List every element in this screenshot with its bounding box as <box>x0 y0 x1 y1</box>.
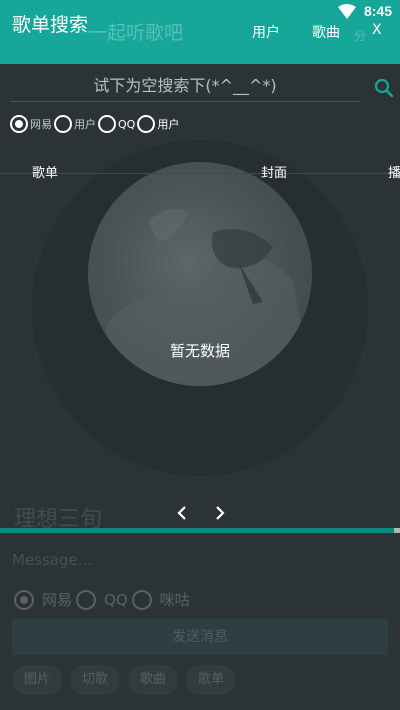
radio-label: QQ <box>104 590 128 609</box>
chip-image[interactable]: 图片 <box>12 665 63 695</box>
chip-row: 图片 切歌 歌曲 歌单 <box>12 665 244 695</box>
chip-song[interactable]: 歌曲 <box>128 665 179 695</box>
wifi-icon <box>338 4 356 19</box>
radio-label: 咪咕 <box>159 591 190 609</box>
page-title: 歌单搜索 <box>12 14 89 36</box>
radio-users[interactable] <box>54 115 72 133</box>
search-input[interactable]: 试下为空搜索下(*^__^*) <box>10 70 360 102</box>
close-button[interactable]: X <box>372 22 382 38</box>
search-icon[interactable] <box>374 78 394 98</box>
radio-netease[interactable] <box>10 115 28 133</box>
song-title: 理想三旬 <box>14 507 103 532</box>
source-radio-group: 网易 用户 QQ 用户 <box>10 114 181 134</box>
chevron-left-icon[interactable] <box>174 504 192 522</box>
tab-songs[interactable]: 歌曲 <box>312 22 340 42</box>
radio-label: QQ <box>118 117 136 131</box>
chat-panel: 理想三旬 Message... 网易 QQ 咪咕 发送消息 图片 切歌 歌曲 歌… <box>0 507 400 710</box>
chip-skip[interactable]: 切歌 <box>70 665 121 695</box>
tab-users[interactable]: 用户 <box>252 22 280 42</box>
column-cover: 封面 <box>261 166 288 181</box>
column-playlist: 歌单 <box>32 166 59 181</box>
column-play: 播 <box>388 166 400 181</box>
radio-chat-netease[interactable] <box>14 589 34 610</box>
radio-qq[interactable] <box>98 115 116 133</box>
status-time: 8:45 <box>363 3 392 19</box>
radio-label: 网易 <box>42 591 73 609</box>
radio-users-2[interactable] <box>137 115 156 133</box>
ghost-tab: 分 <box>354 29 367 43</box>
send-message-button[interactable]: 发送消息 <box>12 619 388 655</box>
ghost-title: 一起听歌吧 <box>88 22 184 44</box>
chat-source-radio-group: 网易 QQ 咪咕 <box>14 589 194 610</box>
radio-label: 用户 <box>74 118 96 131</box>
radio-label: 网易 <box>30 118 52 131</box>
message-input[interactable]: Message... <box>12 551 92 569</box>
table-header: 歌单 封面 播 <box>0 152 400 181</box>
toolbar: 一起听歌吧 歌单搜索 用户 歌曲 分 X <box>0 16 400 64</box>
main-content: 试下为空搜索下(*^__^*) 网易 用户 QQ 用户 歌单 封面 播 暂无数据 <box>0 64 400 528</box>
radio-label: 用户 <box>157 118 180 131</box>
chevron-right-icon[interactable] <box>210 504 228 522</box>
search-placeholder: 试下为空搜索下(*^__^*) <box>93 76 277 95</box>
empty-state-text: 暂无数据 <box>169 342 230 360</box>
radio-chat-migu[interactable] <box>131 589 152 610</box>
chip-playlist[interactable]: 歌单 <box>186 665 237 695</box>
radio-chat-qq[interactable] <box>76 589 97 610</box>
